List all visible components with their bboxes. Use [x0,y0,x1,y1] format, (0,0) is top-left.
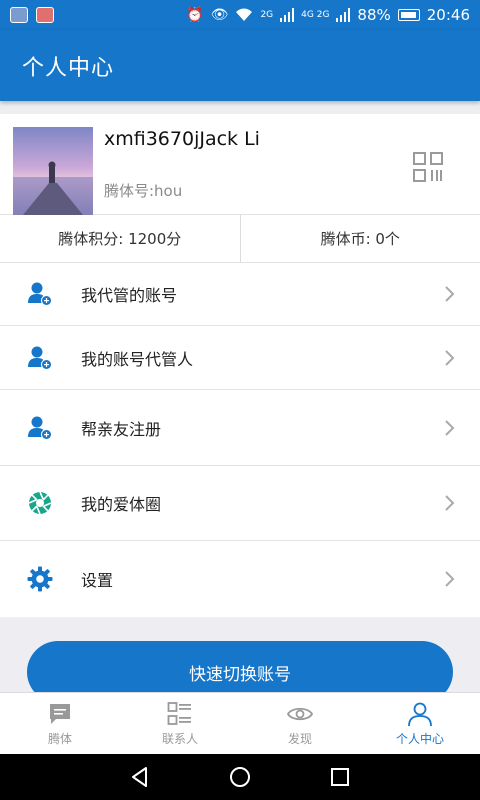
bottom-nav: 腾体 联系人 发现 个人中心 [0,692,480,754]
tab-contacts[interactable]: 联系人 [120,693,240,754]
menu-item-label: 我代管的账号 [81,286,178,305]
qr-code-icon[interactable] [413,152,443,182]
battery-percent: 88% [357,6,391,24]
status-bar: ⏰ 👁 2G 4G 2G 88% 20:46 [0,0,480,30]
back-icon[interactable] [128,765,152,789]
signal-icon [280,8,295,22]
person-add-icon [28,346,52,370]
score-points: 腾体积分: 1200分 [58,230,182,248]
menu-item-love-circle[interactable]: 我的爱体圈 [0,466,480,541]
person-add-icon [28,416,52,440]
username: xmfi3670jJack Li [104,128,260,150]
chevron-right-icon [445,419,455,436]
tab-label: 联系人 [161,731,198,746]
menu-item-settings[interactable]: 设置 [0,541,480,617]
person-icon [408,702,432,726]
menu-item-managed-accounts[interactable]: 我代管的账号 [0,263,480,326]
notification-app-icon [10,7,28,23]
network-label: 4G 2G [301,9,330,20]
tab-label: 发现 [287,731,312,746]
menu-item-account-manager[interactable]: 我的账号代管人 [0,326,480,390]
chevron-right-icon [445,286,455,302]
coin-balance: 腾体币: 0个 [320,230,400,248]
menu-item-label: 我的爱体圈 [81,495,162,514]
network-label: 2G [260,9,274,20]
eye-care-icon: 👁 [210,7,229,23]
chat-icon [50,703,70,724]
profile-card[interactable]: xmfi3670jJack Li 腾体号:hou [0,114,480,215]
chevron-right-icon [445,495,455,511]
tab-personal-center[interactable]: 个人中心 [360,693,480,754]
menu-item-label: 帮亲友注册 [81,419,162,439]
points-summary: 腾体积分: 1200分 腾体币: 0个 [0,215,480,263]
alarm-icon: ⏰ [186,7,204,23]
signal-icon [336,8,351,22]
menu-item-label: 设置 [81,571,114,590]
app-bar: 个人中心 [0,30,480,101]
battery-icon [397,9,420,21]
system-nav-bar [0,754,480,800]
tab-tengti[interactable]: 腾体 [0,693,120,754]
chevron-right-icon [445,349,455,366]
home-icon[interactable] [228,765,252,789]
tab-label: 个人中心 [395,731,444,746]
chevron-right-icon [445,571,455,587]
avatar[interactable] [13,127,93,215]
recents-icon[interactable] [328,765,352,789]
aperture-icon [28,491,52,515]
person-add-icon [28,282,52,306]
menu-item-label: 我的账号代管人 [81,349,194,369]
menu-item-register-for-friend[interactable]: 帮亲友注册 [0,390,480,466]
wifi-icon [236,8,253,21]
tab-label: 腾体 [47,731,72,746]
notification-app-icon [36,7,54,23]
menu-list: 我代管的账号 我的账号代管人 帮亲友注册 我的爱体圈 设置 [0,263,480,617]
clock: 20:46 [426,6,470,24]
page-title: 个人中心 [22,55,115,81]
eye-icon [287,707,313,720]
tab-discover[interactable]: 发现 [240,693,360,754]
tengti-id: 腾体号:hou [104,182,183,200]
gear-icon [27,566,53,592]
contacts-icon [167,701,191,725]
